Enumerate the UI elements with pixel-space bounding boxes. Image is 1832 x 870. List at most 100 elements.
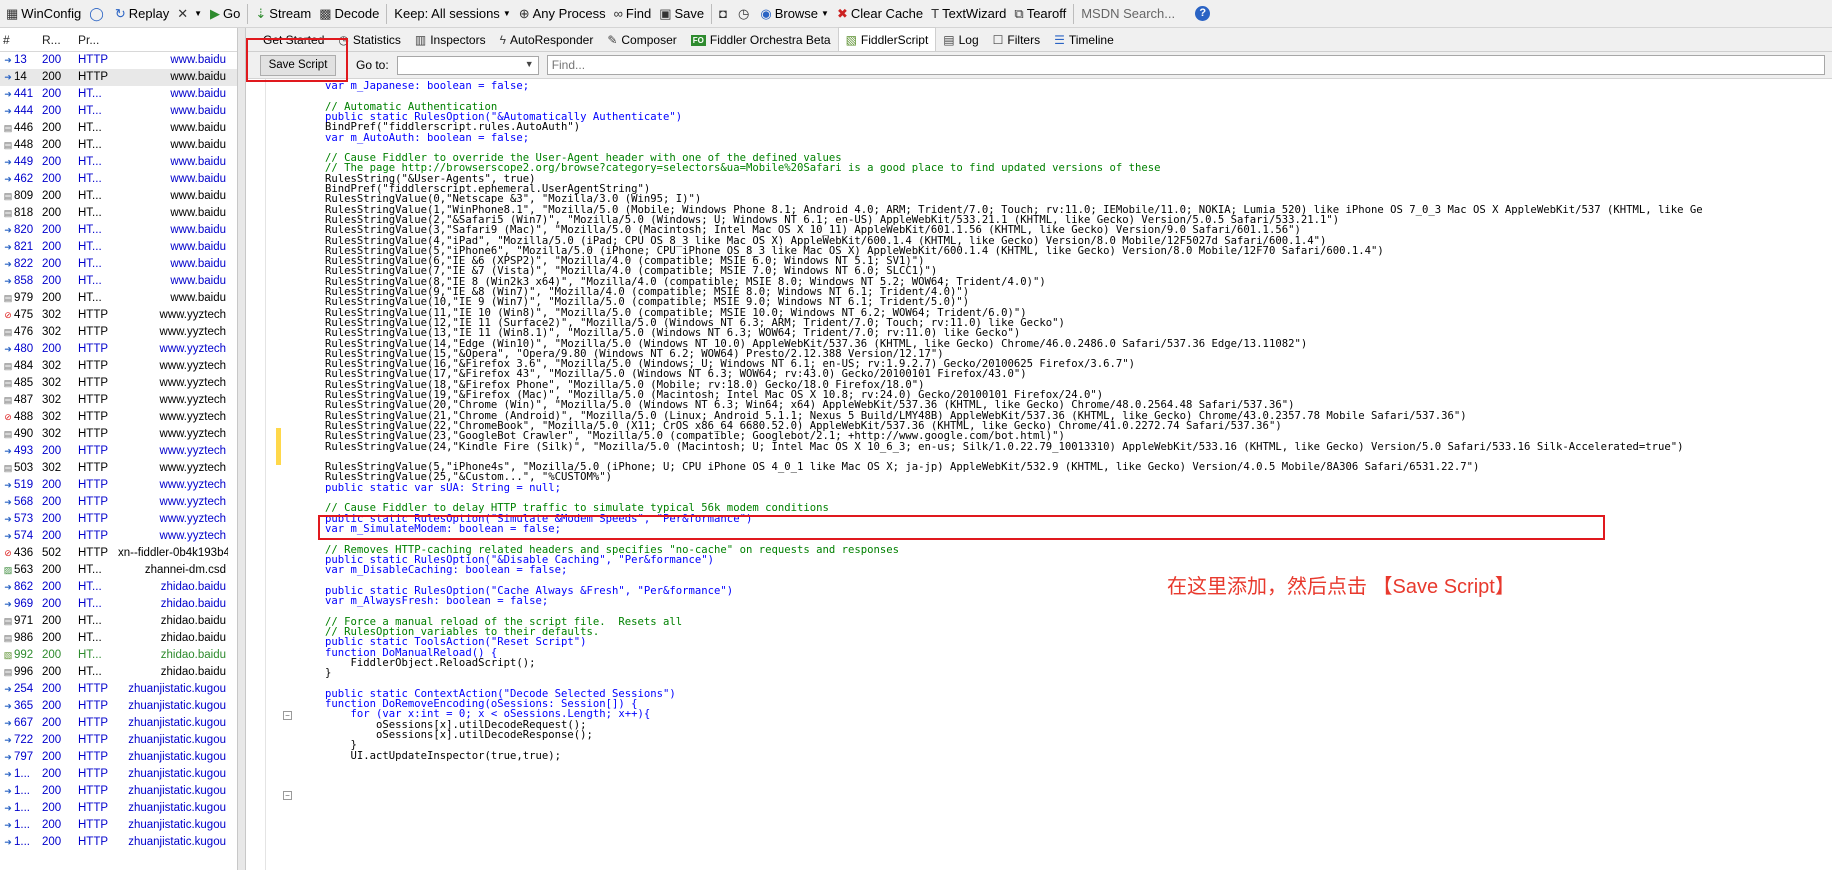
toolbar-tearoff-button[interactable]: ⧉ Tearoff: [1010, 2, 1070, 26]
session-row[interactable]: ➜ 969 200 HT... zhidao.baidu: [0, 596, 237, 613]
session-row[interactable]: ➜ 519 200 HTTP www.yyztech: [0, 477, 237, 494]
session-row[interactable]: ➜ 462 200 HT... www.baidu: [0, 171, 237, 188]
arrow-right-icon: ➜: [4, 786, 12, 796]
session-result: 200: [42, 836, 62, 848]
toolbar-timer-button[interactable]: ◷: [734, 2, 756, 26]
tab-log[interactable]: ▤ Log: [936, 29, 985, 51]
session-row[interactable]: ➜ 822 200 HT... www.baidu: [0, 256, 237, 273]
toolbar-browse-button[interactable]: ◉ Browse ▼: [756, 2, 833, 26]
session-row[interactable]: ▤ 446 200 HT... www.baidu: [0, 120, 237, 137]
session-row[interactable]: ➜ 820 200 HT... www.baidu: [0, 222, 237, 239]
toolbar-go-button[interactable]: ▶ Go: [206, 2, 244, 26]
column-header-result[interactable]: R...: [38, 33, 74, 47]
session-host: www.baidu: [170, 258, 226, 270]
save-script-button[interactable]: Save Script: [260, 54, 336, 76]
toolbar-comment-button[interactable]: ◯: [85, 2, 111, 26]
session-row[interactable]: ➜ 449 200 HT... www.baidu: [0, 154, 237, 171]
arrow-right-icon: ➜: [4, 276, 12, 286]
session-row[interactable]: ➜ 480 200 HTTP www.yyztech: [0, 341, 237, 358]
session-host: zhannei-dm.csd: [144, 564, 226, 576]
session-row[interactable]: ➜ 1... 200 HTTP zhuanjistatic.kugou: [0, 766, 237, 783]
toolbar-save-button[interactable]: ▣ Save: [655, 2, 708, 26]
session-row[interactable]: ➜ 568 200 HTTP www.yyztech: [0, 494, 237, 511]
session-row[interactable]: ➜ 667 200 HTTP zhuanjistatic.kugou: [0, 715, 237, 732]
toolbar-winconfig-button[interactable]: ▦ WinConfig: [2, 2, 85, 26]
session-row[interactable]: ▤ 503 302 HTTP www.yyztech: [0, 460, 237, 477]
tab-fiddlerscript[interactable]: ▧ FiddlerScript: [837, 27, 937, 51]
session-row[interactable]: ▤ 986 200 HT... zhidao.baidu: [0, 630, 237, 647]
session-row[interactable]: ▤ 485 302 HTTP www.yyztech: [0, 375, 237, 392]
column-header-protocol[interactable]: Pr...: [74, 33, 118, 47]
session-row[interactable]: ➜ 441 200 HT... www.baidu: [0, 86, 237, 103]
toolbar-stream-button[interactable]: ⇣ Stream: [251, 2, 315, 26]
session-row[interactable]: ➜ 365 200 HTTP zhuanjistatic.kugou: [0, 698, 237, 715]
crosshair-icon: ⊕: [518, 5, 530, 21]
session-id-text: 13: [14, 54, 27, 66]
session-row[interactable]: ➜ 722 200 HTTP zhuanjistatic.kugou: [0, 732, 237, 749]
tab-filters[interactable]: ☐ Filters: [986, 29, 1047, 51]
session-row[interactable]: ➜ 14 200 HTTP www.baidu: [0, 69, 237, 86]
session-result: 200: [42, 700, 62, 712]
tab-composer[interactable]: ✎ Composer: [600, 29, 683, 51]
session-row[interactable]: ➜ 1... 200 HTTP zhuanjistatic.kugou: [0, 800, 237, 817]
tab-fiddler-orchestra-beta[interactable]: FO Fiddler Orchestra Beta: [684, 29, 838, 51]
column-header-id[interactable]: #: [0, 33, 38, 47]
toolbar-screenshot-button[interactable]: ◘: [715, 2, 734, 26]
session-row[interactable]: ▤ 490 302 HTTP www.yyztech: [0, 426, 237, 443]
session-row[interactable]: ➜ 444 200 HT... www.baidu: [0, 103, 237, 120]
session-row[interactable]: ▤ 476 302 HTTP www.yyztech: [0, 324, 237, 341]
session-row[interactable]: ➜ 13 200 HTTP www.baidu: [0, 52, 237, 69]
session-row[interactable]: ▤ 484 302 HTTP www.yyztech: [0, 358, 237, 375]
tab-inspectors[interactable]: ▥ Inspectors: [408, 29, 493, 51]
session-row[interactable]: ▤ 971 200 HT... zhidao.baidu: [0, 613, 237, 630]
session-row[interactable]: ▤ 818 200 HT... www.baidu: [0, 205, 237, 222]
session-row[interactable]: ➜ 862 200 HT... zhidao.baidu: [0, 579, 237, 596]
tab-get-started[interactable]: Get Started: [256, 29, 331, 51]
toolbar-find-button[interactable]: ∞ Find: [610, 2, 656, 26]
session-id-text: 822: [14, 258, 34, 270]
toolbar-decode-button[interactable]: ▩ Decode: [315, 2, 383, 26]
session-row[interactable]: ➜ 1... 200 HTTP zhuanjistatic.kugou: [0, 783, 237, 800]
session-row[interactable]: ➜ 493 200 HTTP www.yyztech: [0, 443, 237, 460]
toolbar-replay-button[interactable]: ↻ Replay: [111, 2, 173, 26]
session-row[interactable]: ▨ 563 200 HT... zhannei-dm.csd: [0, 562, 237, 579]
session-row[interactable]: ➜ 573 200 HTTP www.yyztech: [0, 511, 237, 528]
session-row[interactable]: ⊘ 488 302 HTTP www.yyztech: [0, 409, 237, 426]
toolbar-clear-cache-button[interactable]: ✖ Clear Cache: [833, 2, 927, 26]
toolbar-keep-button[interactable]: Keep: All sessions ▼: [390, 2, 514, 26]
goto-select[interactable]: ▼: [396, 55, 539, 75]
session-row[interactable]: ➜ 574 200 HTTP www.yyztech: [0, 528, 237, 545]
session-row[interactable]: ➜ 1... 200 HTTP zhuanjistatic.kugou: [0, 834, 237, 851]
toolbar-remove-button[interactable]: ✕ ▼: [173, 2, 206, 26]
session-row[interactable]: ▤ 996 200 HT... zhidao.baidu: [0, 664, 237, 681]
msdn-search-input[interactable]: MSDN Search...: [1081, 6, 1191, 21]
toolbar-textwizard-button[interactable]: T TextWizard: [927, 2, 1010, 26]
session-result: 200: [42, 513, 62, 525]
fold-toggle-icon[interactable]: −: [283, 711, 292, 720]
session-row[interactable]: ▤ 448 200 HT... www.baidu: [0, 137, 237, 154]
session-row[interactable]: ➜ 821 200 HT... www.baidu: [0, 239, 237, 256]
session-row[interactable]: ⊘ 436 502 HTTP xn--fiddler-0b4k193b4y: [0, 545, 237, 562]
session-row[interactable]: ▤ 979 200 HT... www.baidu: [0, 290, 237, 307]
session-row[interactable]: ➜ 1... 200 HTTP zhuanjistatic.kugou: [0, 817, 237, 834]
session-row[interactable]: ➜ 858 200 HT... www.baidu: [0, 273, 237, 290]
session-list[interactable]: # R... Pr... ➜ 13 200 HTTP www.baidu ➜ 14 200 HT…: [0, 28, 238, 870]
tab-label: FiddlerScript: [860, 32, 929, 47]
toolbar-any-process-button[interactable]: ⊕ Any Process: [515, 2, 610, 26]
script-editor[interactable]: − − var m_Japanese: boolean = false;// A…: [246, 79, 1832, 870]
session-row[interactable]: ▤ 487 302 HTTP www.yyztech: [0, 392, 237, 409]
session-row[interactable]: ➜ 797 200 HTTP zhuanjistatic.kugou: [0, 749, 237, 766]
session-row[interactable]: ▧ 992 200 HT... zhidao.baidu: [0, 647, 237, 664]
session-result: 200: [42, 156, 62, 168]
session-host: zhuanjistatic.kugou: [128, 683, 226, 695]
fold-toggle-icon[interactable]: −: [283, 791, 292, 800]
tab-statistics[interactable]: ◷ Statistics: [331, 29, 408, 51]
help-icon[interactable]: ?: [1195, 6, 1211, 21]
tab-timeline[interactable]: ☰ Timeline: [1047, 29, 1121, 51]
tab-autoresponder[interactable]: ϟ AutoResponder: [493, 29, 601, 51]
session-row[interactable]: ▤ 809 200 HT... www.baidu: [0, 188, 237, 205]
pane-splitter[interactable]: [238, 28, 246, 870]
session-row[interactable]: ➜ 254 200 HTTP zhuanjistatic.kugou: [0, 681, 237, 698]
session-row[interactable]: ⊘ 475 302 HTTP www.yyztech: [0, 307, 237, 324]
find-input[interactable]: [546, 55, 1825, 75]
